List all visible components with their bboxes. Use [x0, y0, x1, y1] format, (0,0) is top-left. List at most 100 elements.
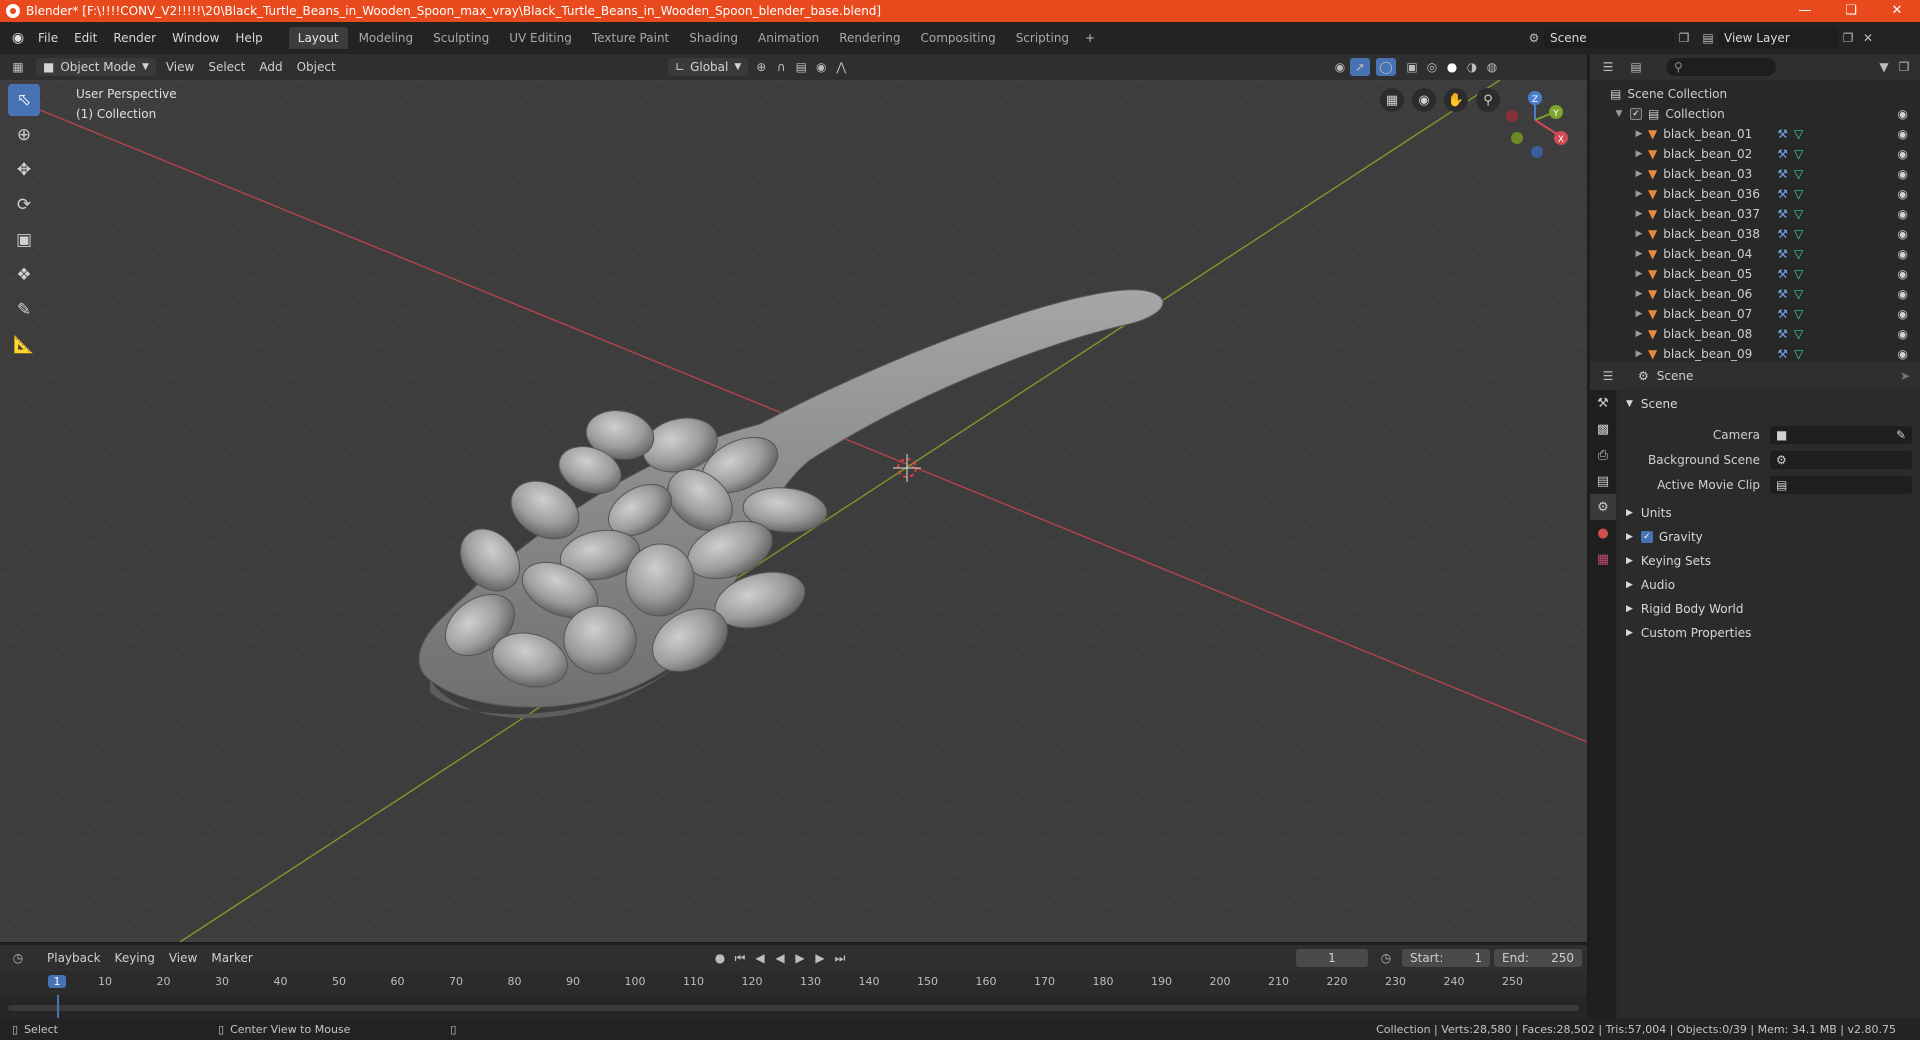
mesh-data-icon[interactable]: ▽ [1794, 287, 1803, 301]
play-reverse-icon[interactable]: ◀ [770, 949, 790, 967]
new-collection-icon[interactable]: ❐ [1894, 58, 1914, 76]
tool-tab-icon[interactable]: ⚒ [1590, 390, 1616, 416]
mesh-data-icon[interactable]: ▽ [1794, 187, 1803, 201]
material-shading-icon[interactable]: ◑ [1462, 58, 1482, 76]
move-tool-icon[interactable]: ✥ [8, 154, 40, 186]
start-frame-field[interactable]: Start: 1 [1402, 949, 1490, 967]
outliner-object-row[interactable]: ▶ ▼ black_bean_02 ⚒ ▽ ◉ [1590, 144, 1920, 164]
scene-tab-icon[interactable]: ⚙ [1590, 494, 1616, 520]
new-view-layer-icon[interactable]: ❐ [1838, 29, 1858, 47]
menu-help[interactable]: Help [227, 22, 270, 54]
outliner-object-row[interactable]: ▶ ▼ black_bean_036 ⚒ ▽ ◉ [1590, 184, 1920, 204]
camera-field[interactable]: ■ ✎ [1770, 425, 1912, 444]
expand-arrow-icon[interactable]: ▼ [1614, 109, 1624, 119]
next-keyframe-icon[interactable]: ▶ [810, 949, 830, 967]
collection-row[interactable]: ▼ ✓ ▤ Collection ◉ [1590, 104, 1920, 124]
eye-icon[interactable]: ◉ [1898, 187, 1908, 201]
close-icon[interactable]: ✕ [1874, 0, 1920, 22]
snap-icon[interactable]: ∩ [771, 58, 791, 76]
modifier-wrench-icon[interactable]: ⚒ [1777, 147, 1788, 161]
expand-arrow-icon[interactable]: ▶ [1634, 329, 1644, 339]
expand-arrow-icon[interactable]: ▶ [1634, 209, 1644, 219]
solid-shading-icon[interactable]: ● [1442, 58, 1462, 76]
eyedropper-icon[interactable]: ✎ [1896, 428, 1906, 442]
custom-properties-section[interactable]: ▶ Custom Properties [1618, 621, 1920, 645]
collection-checkbox[interactable]: ✓ [1630, 108, 1642, 120]
outliner-search-input[interactable]: ⚲ [1666, 58, 1776, 76]
outliner-editor-icon[interactable]: ☰ [1598, 58, 1618, 76]
audio-section[interactable]: ▶ Audio [1618, 573, 1920, 597]
scene-icon[interactable]: ⚙ [1524, 29, 1544, 47]
tab-animation[interactable]: Animation [749, 27, 828, 49]
eye-icon[interactable]: ◉ [1898, 267, 1908, 281]
eye-icon[interactable]: ◉ [1898, 107, 1908, 121]
view-layer-tab-icon[interactable]: ▤ [1590, 468, 1616, 494]
gravity-section[interactable]: ▶ ✓ Gravity [1618, 525, 1920, 549]
eye-icon[interactable]: ◉ [1898, 127, 1908, 141]
expand-arrow-icon[interactable]: ▶ [1634, 169, 1644, 179]
units-section[interactable]: ▶ Units [1618, 501, 1920, 525]
pan-hand-icon[interactable]: ✋ [1444, 88, 1468, 112]
display-mode-icon[interactable]: ▤ [1626, 58, 1646, 76]
viewport-scene[interactable]: Z Y X [0, 80, 1587, 942]
orientation-selector[interactable]: ∟ Global ▼ [668, 58, 749, 76]
eye-icon[interactable]: ◉ [1898, 227, 1908, 241]
mesh-data-icon[interactable]: ▽ [1794, 247, 1803, 261]
blender-menu-icon[interactable]: ◉ [6, 29, 30, 47]
menu-render[interactable]: Render [105, 22, 164, 54]
tab-uv-editing[interactable]: UV Editing [500, 27, 581, 49]
eye-icon[interactable]: ◉ [1898, 207, 1908, 221]
mesh-data-icon[interactable]: ▽ [1794, 347, 1803, 361]
menu-window[interactable]: Window [164, 22, 227, 54]
prev-keyframe-icon[interactable]: ◀ [750, 949, 770, 967]
expand-arrow-icon[interactable]: ▶ [1634, 309, 1644, 319]
expand-arrow-icon[interactable]: ▶ [1634, 249, 1644, 259]
pin-icon[interactable]: ➤ [1900, 369, 1910, 383]
menu-select[interactable]: Select [201, 60, 252, 74]
select-box-tool-icon[interactable]: ⬁ [8, 84, 40, 116]
eye-icon[interactable]: ◉ [1898, 347, 1908, 361]
outliner-object-row[interactable]: ▶ ▼ black_bean_07 ⚒ ▽ ◉ [1590, 304, 1920, 324]
menu-add[interactable]: Add [252, 60, 289, 74]
mesh-data-icon[interactable]: ▽ [1794, 327, 1803, 341]
minimize-icon[interactable]: — [1782, 0, 1828, 22]
mesh-data-icon[interactable]: ▽ [1794, 127, 1803, 141]
overlay-toggle-icon[interactable]: ◯ [1376, 58, 1396, 76]
view-layer-icon[interactable]: ▤ [1698, 29, 1718, 47]
camera-view-icon[interactable]: ◉ [1412, 88, 1436, 112]
xray-icon[interactable]: ▣ [1402, 58, 1422, 76]
end-frame-field[interactable]: End: 250 [1494, 949, 1582, 967]
mesh-data-icon[interactable]: ▽ [1794, 147, 1803, 161]
outliner-object-row[interactable]: ▶ ▼ black_bean_05 ⚒ ▽ ◉ [1590, 264, 1920, 284]
modifier-wrench-icon[interactable]: ⚒ [1777, 327, 1788, 341]
pivot-icon[interactable]: ⊕ [751, 58, 771, 76]
timeline-editor-icon[interactable]: ◷ [8, 949, 28, 967]
scene-section-header[interactable]: ▼ Scene [1618, 392, 1920, 416]
mesh-data-icon[interactable]: ▽ [1794, 167, 1803, 181]
outliner-object-row[interactable]: ▶ ▼ black_bean_08 ⚒ ▽ ◉ [1590, 324, 1920, 344]
menu-timeline-view[interactable]: View [162, 951, 204, 965]
add-workspace-icon[interactable]: + [1080, 29, 1100, 47]
active-movie-clip-field[interactable]: ▤ [1770, 475, 1912, 494]
mode-selector[interactable]: ■ Object Mode ▼ [36, 58, 156, 76]
tab-scripting[interactable]: Scripting [1007, 27, 1078, 49]
tab-shading[interactable]: Shading [680, 27, 747, 49]
proportional-edit-icon[interactable]: ◉ [811, 58, 831, 76]
gizmo-toggle-icon[interactable]: ➚ [1350, 58, 1370, 76]
modifier-wrench-icon[interactable]: ⚒ [1777, 287, 1788, 301]
grid-view-icon[interactable]: ▦ [1380, 88, 1404, 112]
new-scene-icon[interactable]: ❐ [1674, 29, 1694, 47]
outliner-object-row[interactable]: ▶ ▼ black_bean_04 ⚒ ▽ ◉ [1590, 244, 1920, 264]
gravity-checkbox[interactable]: ✓ [1640, 531, 1653, 543]
scene-collection-row[interactable]: ▤ Scene Collection [1590, 84, 1920, 104]
tab-compositing[interactable]: Compositing [911, 27, 1004, 49]
output-tab-icon[interactable]: ⎙ [1590, 442, 1616, 468]
eye-icon[interactable]: ◉ [1898, 147, 1908, 161]
keying-sets-section[interactable]: ▶ Keying Sets [1618, 549, 1920, 573]
outliner-object-row[interactable]: ▶ ▼ black_bean_01 ⚒ ▽ ◉ [1590, 124, 1920, 144]
eye-icon[interactable]: ◉ [1898, 167, 1908, 181]
visibility-icon[interactable]: ◉ [1330, 58, 1350, 76]
timeline-track-area[interactable] [0, 995, 1587, 1018]
modifier-wrench-icon[interactable]: ⚒ [1777, 347, 1788, 361]
modifier-wrench-icon[interactable]: ⚒ [1777, 127, 1788, 141]
